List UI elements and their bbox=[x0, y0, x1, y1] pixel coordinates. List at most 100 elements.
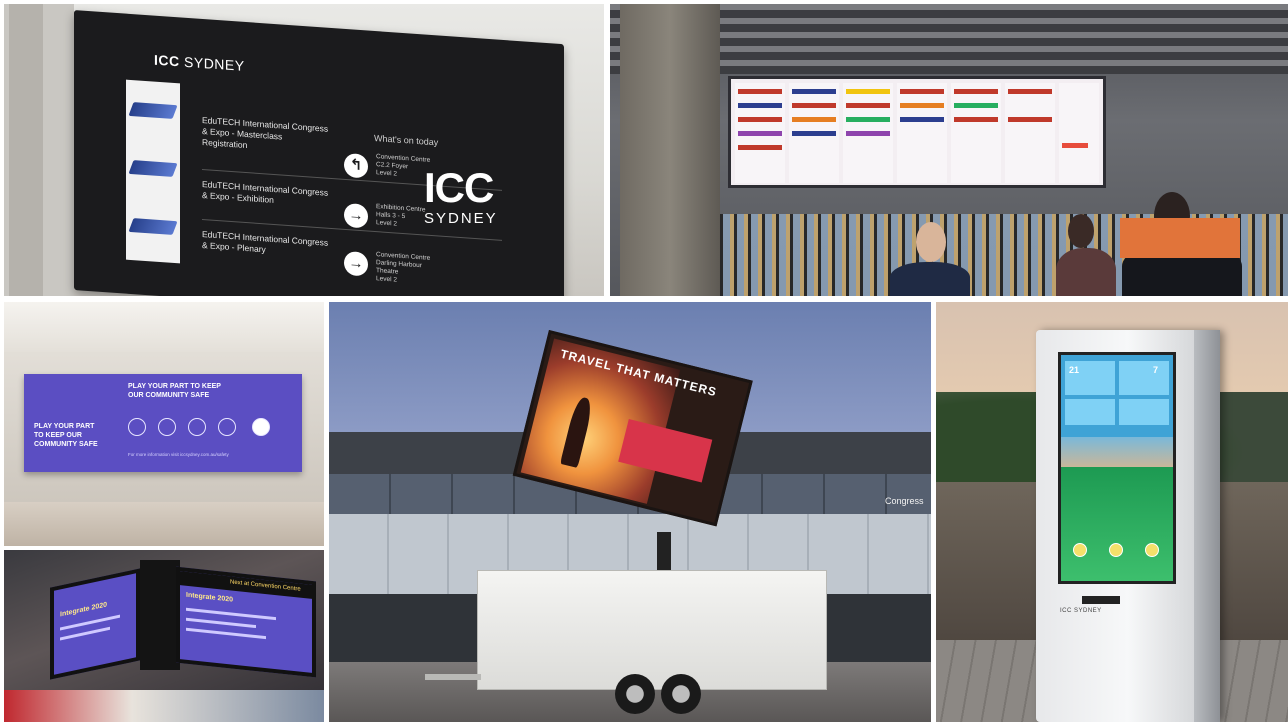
city-text: SYDNEY bbox=[184, 53, 245, 74]
event-screen: Integrate 2020 bbox=[50, 568, 140, 680]
whats-on-heading: What's on today bbox=[374, 132, 439, 148]
photo-icc-sydney-wayfinding-sign: ICC SYDNEY What's on today EduTECH Inter… bbox=[4, 4, 604, 296]
pillar bbox=[9, 4, 43, 296]
distance-icon bbox=[158, 418, 176, 436]
direction-arrow-icon: → bbox=[344, 250, 368, 277]
building-sign: Congress bbox=[885, 496, 924, 506]
sponsor-strip bbox=[126, 79, 180, 264]
board-row bbox=[846, 131, 890, 136]
kiosk-footer-text: ICC SYDNEY bbox=[1060, 608, 1102, 614]
sponsor-logo bbox=[128, 160, 178, 177]
weather-tile: 21 bbox=[1065, 361, 1115, 395]
ceiling bbox=[4, 302, 324, 352]
kiosk-button-icon bbox=[1145, 543, 1159, 557]
sign-footer: For more information visit iccsydney.com… bbox=[128, 452, 229, 457]
sign-line: COMMUNITY SAFE bbox=[34, 441, 98, 448]
board-panel bbox=[1059, 83, 1099, 183]
screen-bracket bbox=[140, 560, 180, 670]
board-row bbox=[846, 117, 890, 122]
stay-home-icon bbox=[218, 418, 236, 436]
sponsor-logo bbox=[128, 218, 178, 235]
board-row bbox=[792, 89, 836, 94]
screen-title: Integrate 2020 bbox=[186, 591, 234, 604]
board-row bbox=[1062, 143, 1088, 148]
board-row bbox=[792, 117, 836, 122]
event-location: Convention Centre Darling Harbour Theatr… bbox=[376, 251, 436, 287]
event-name: EduTECH International Congress & Expo - … bbox=[202, 115, 352, 158]
city-photo bbox=[1061, 437, 1173, 467]
info-tile: 7 bbox=[1119, 361, 1169, 395]
board-panel bbox=[735, 83, 785, 183]
board-row bbox=[900, 89, 944, 94]
icc-logo-text: ICC bbox=[424, 164, 494, 211]
board-panel bbox=[789, 83, 839, 183]
screen-line bbox=[186, 617, 256, 629]
photo-mobile-billboard: Congress TRAVEL THAT MATTERS bbox=[329, 302, 931, 722]
event-screen: Next at Convention Centre Integrate 2020 bbox=[176, 566, 316, 678]
screen-line bbox=[186, 627, 266, 640]
sponsor-logo bbox=[128, 102, 178, 119]
sign-line: PLAY YOUR PART bbox=[34, 423, 95, 430]
kiosk-button-icon bbox=[1073, 543, 1087, 557]
trailer-wheel bbox=[661, 674, 701, 714]
brand-text: ICC bbox=[154, 51, 180, 70]
sign-line: PLAY YOUR PART TO KEEP bbox=[128, 383, 221, 390]
sign-line: OUR COMMUNITY SAFE bbox=[128, 392, 210, 399]
photo-community-safety-sign: PLAY YOUR PART TO KEEP OUR COMMUNITY SAF… bbox=[4, 302, 324, 546]
cough-icon bbox=[188, 418, 206, 436]
board-row bbox=[738, 145, 782, 150]
sign-left-text: PLAY YOUR PART TO KEEP OUR COMMUNITY SAF… bbox=[34, 422, 98, 449]
board-row bbox=[954, 117, 998, 122]
board-row bbox=[954, 103, 998, 108]
board-panel bbox=[951, 83, 1001, 183]
board-row bbox=[846, 103, 890, 108]
board-row bbox=[954, 89, 998, 94]
sign-logo: ICC SYDNEY bbox=[154, 52, 245, 74]
stone-pillar bbox=[620, 4, 720, 296]
trailer bbox=[477, 570, 827, 690]
board-row bbox=[900, 117, 944, 122]
floor bbox=[4, 502, 324, 546]
kiosk-green-panel bbox=[1061, 467, 1173, 581]
board-row bbox=[792, 131, 836, 136]
event-name: EduTECH International Congress & Expo - … bbox=[202, 179, 352, 211]
board-row bbox=[846, 89, 890, 94]
kiosk-screen: 21 7 bbox=[1058, 352, 1176, 584]
trailer-hitch bbox=[425, 674, 481, 680]
board-panel bbox=[843, 83, 893, 183]
sign-line: TO KEEP OUR bbox=[34, 432, 82, 439]
board-row bbox=[1008, 117, 1052, 122]
sydney-logo-text: SYDNEY bbox=[424, 210, 498, 227]
board-row bbox=[738, 117, 782, 122]
kiosk-button-icon bbox=[1109, 543, 1123, 557]
kiosk-label bbox=[1082, 596, 1120, 604]
photo-departure-board bbox=[610, 4, 1288, 296]
screen-line bbox=[60, 614, 120, 631]
info-tile bbox=[1119, 399, 1169, 425]
direction-arrow-icon: ↰ bbox=[344, 152, 368, 179]
sign-headline: PLAY YOUR PART TO KEEP OUR COMMUNITY SAF… bbox=[128, 382, 221, 400]
app-icon bbox=[252, 418, 270, 436]
kiosk-side bbox=[1194, 330, 1220, 722]
person-body bbox=[890, 262, 970, 296]
direction-arrow-icon: → bbox=[344, 202, 368, 229]
photo-hanging-screens: Integrate 2020 Next at Convention Centre… bbox=[4, 550, 324, 722]
board-row bbox=[738, 103, 782, 108]
info-sign bbox=[1120, 218, 1240, 258]
board-panel bbox=[897, 83, 947, 183]
info-value: 7 bbox=[1153, 365, 1159, 375]
trailer-wheel bbox=[615, 674, 655, 714]
departure-board bbox=[728, 76, 1106, 188]
board-row bbox=[900, 103, 944, 108]
board-row bbox=[792, 103, 836, 108]
person-head bbox=[1068, 214, 1094, 248]
person-head bbox=[916, 222, 946, 262]
screen-title: Integrate 2020 bbox=[60, 601, 108, 619]
digital-sign: PLAY YOUR PART TO KEEP OUR COMMUNITY SAF… bbox=[24, 374, 302, 472]
photo-outdoor-kiosk: 21 7 ICC SYDNEY bbox=[936, 302, 1288, 722]
board-row bbox=[1008, 89, 1052, 94]
temperature-value: 21 bbox=[1069, 365, 1080, 375]
board-panel bbox=[1005, 83, 1055, 183]
lobby-floor bbox=[4, 690, 324, 722]
board-row bbox=[738, 89, 782, 94]
